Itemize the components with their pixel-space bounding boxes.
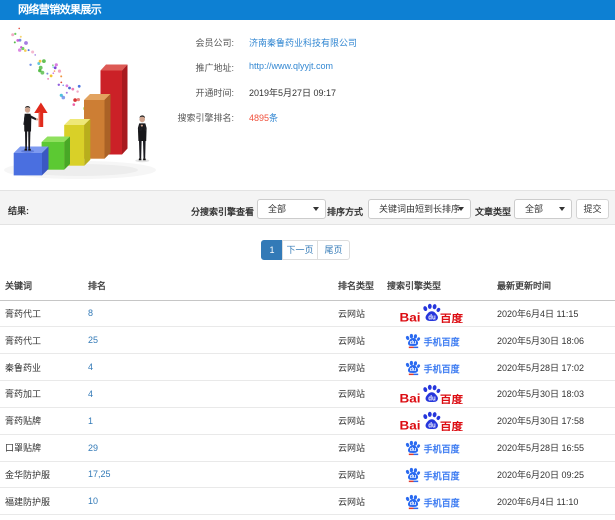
svg-text:手机百度: 手机百度: [424, 497, 460, 509]
svg-text:du: du: [410, 340, 417, 346]
svg-text:du: du: [428, 396, 436, 403]
svg-text:手机百度: 手机百度: [424, 363, 460, 375]
svg-text:du: du: [410, 447, 417, 453]
svg-text:百度: 百度: [440, 312, 464, 323]
svg-text:手机百度: 手机百度: [424, 444, 460, 456]
svg-text:手机百度: 手机百度: [424, 471, 460, 483]
svg-text:百度: 百度: [440, 420, 464, 431]
svg-text:百度: 百度: [440, 393, 464, 404]
svg-text:du: du: [428, 315, 436, 322]
svg-text:du: du: [410, 501, 417, 507]
svg-text:Bai: Bai: [400, 418, 421, 431]
svg-text:Bai: Bai: [400, 391, 421, 404]
svg-text:du: du: [410, 474, 417, 480]
svg-text:du: du: [410, 367, 417, 373]
svg-text:手机百度: 手机百度: [424, 336, 460, 348]
svg-text:Bai: Bai: [400, 311, 421, 324]
svg-text:du: du: [428, 422, 436, 429]
